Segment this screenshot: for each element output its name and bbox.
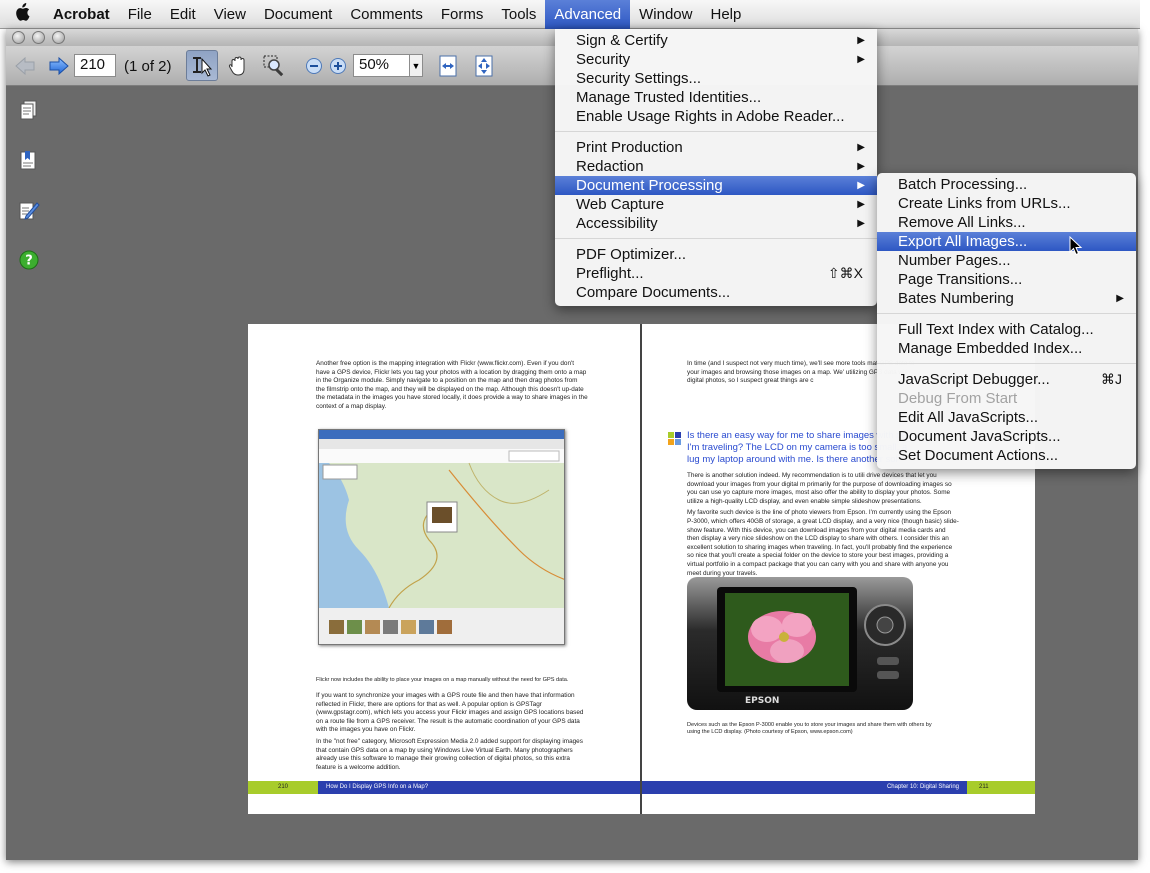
menu-item-web-capture[interactable]: Web Capture ▶ bbox=[555, 195, 877, 214]
menu-item-set-document-actions[interactable]: Set Document Actions... bbox=[877, 446, 1136, 465]
menu-item-batch-processing[interactable]: Batch Processing... bbox=[877, 175, 1136, 194]
right-footer-page-number: 211 bbox=[967, 781, 1035, 794]
right-page-body-middle: There is another solution indeed. My rec… bbox=[687, 472, 959, 581]
submenu-arrow-icon: ▶ bbox=[857, 35, 865, 46]
preflight-shortcut: ⇧⌘X bbox=[827, 265, 863, 281]
right-figure-caption: Devices such as the Epson P-3000 enable … bbox=[687, 722, 932, 735]
next-page-button[interactable] bbox=[46, 53, 72, 79]
left-paragraph-1: Another free option is the mapping integ… bbox=[316, 360, 588, 410]
zoom-out-button[interactable] bbox=[304, 53, 324, 79]
left-page-body-top: Another free option is the mapping integ… bbox=[316, 360, 588, 415]
menu-window[interactable]: Window bbox=[630, 0, 701, 29]
hand-tool-button[interactable] bbox=[224, 53, 252, 79]
pages-panel-icon[interactable] bbox=[18, 99, 40, 121]
chevron-down-icon: ▼ bbox=[411, 61, 421, 71]
submenu-arrow-icon: ▶ bbox=[857, 54, 865, 65]
menu-item-create-links[interactable]: Create Links from URLs... bbox=[877, 194, 1136, 213]
menu-item-bates-numbering[interactable]: Bates Numbering ▶ bbox=[877, 289, 1136, 308]
menu-item-page-transitions[interactable]: Page Transitions... bbox=[877, 270, 1136, 289]
flickr-map-figure bbox=[318, 429, 565, 645]
select-tool-button[interactable] bbox=[186, 50, 218, 81]
svg-text:?: ? bbox=[25, 254, 33, 269]
menu-item-full-text-index[interactable]: Full Text Index with Catalog... bbox=[877, 320, 1136, 339]
left-page: Another free option is the mapping integ… bbox=[248, 324, 640, 814]
menu-item-remove-links[interactable]: Remove All Links... bbox=[877, 213, 1136, 232]
bookmarks-panel-icon[interactable] bbox=[18, 149, 40, 171]
right-paragraph-2: There is another solution indeed. My rec… bbox=[687, 472, 952, 505]
menu-item-enable-usage-rights[interactable]: Enable Usage Rights in Adobe Reader... bbox=[555, 107, 877, 126]
submenu-arrow-icon: ▶ bbox=[857, 218, 865, 229]
menu-separator bbox=[555, 238, 877, 239]
menu-item-redaction[interactable]: Redaction ▶ bbox=[555, 157, 877, 176]
left-paragraph-3: In the "not free" category, Microsoft Ex… bbox=[316, 737, 583, 771]
menu-item-preflight[interactable]: Preflight... ⇧⌘X bbox=[555, 264, 877, 283]
right-footer-chapter: Chapter 10: Digital Sharing bbox=[642, 781, 967, 794]
fit-width-button[interactable] bbox=[436, 53, 460, 79]
minimize-window-button[interactable] bbox=[32, 31, 45, 44]
menu-edit[interactable]: Edit bbox=[161, 0, 205, 29]
menu-item-edit-all-javascripts[interactable]: Edit All JavaScripts... bbox=[877, 408, 1136, 427]
submenu-arrow-icon: ▶ bbox=[857, 180, 865, 191]
menu-advanced[interactable]: Advanced bbox=[545, 0, 631, 29]
submenu-arrow-icon: ▶ bbox=[857, 199, 865, 210]
submenu-arrow-icon: ▶ bbox=[857, 142, 865, 153]
menu-tools[interactable]: Tools bbox=[492, 0, 545, 29]
left-footer-page-number: 210 bbox=[248, 781, 318, 794]
menu-forms[interactable]: Forms bbox=[432, 0, 493, 29]
menu-item-manage-trusted-identities[interactable]: Manage Trusted Identities... bbox=[555, 88, 877, 107]
menu-file[interactable]: File bbox=[119, 0, 161, 29]
menu-item-number-pages[interactable]: Number Pages... bbox=[877, 251, 1136, 270]
menu-item-manage-embedded-index[interactable]: Manage Embedded Index... bbox=[877, 339, 1136, 358]
menu-item-security-settings[interactable]: Security Settings... bbox=[555, 69, 877, 88]
menu-item-pdf-optimizer[interactable]: PDF Optimizer... bbox=[555, 245, 877, 264]
navigation-sidebar: ? bbox=[6, 87, 50, 857]
menu-help[interactable]: Help bbox=[701, 0, 750, 29]
apple-menu-icon[interactable] bbox=[0, 2, 44, 26]
zoom-window-button[interactable] bbox=[52, 31, 65, 44]
menu-separator bbox=[877, 313, 1136, 314]
menu-item-document-javascripts[interactable]: Document JavaScripts... bbox=[877, 427, 1136, 446]
menu-item-sign-certify[interactable]: Sign & Certify ▶ bbox=[555, 31, 877, 50]
signatures-panel-icon[interactable] bbox=[18, 199, 40, 221]
camera-brand-label: EPSON bbox=[745, 696, 779, 706]
menu-document[interactable]: Document bbox=[255, 0, 341, 29]
zoom-in-button[interactable] bbox=[328, 53, 348, 79]
submenu-arrow-icon: ▶ bbox=[1116, 293, 1124, 304]
left-footer-title: How Do I Display GPS Info on a Map? bbox=[318, 781, 640, 794]
submenu-arrow-icon: ▶ bbox=[857, 161, 865, 172]
page-number-field[interactable]: 210 bbox=[74, 54, 116, 77]
left-page-body-bottom: If you want to synchronize your images w… bbox=[316, 692, 588, 775]
previous-page-button[interactable] bbox=[12, 53, 38, 79]
menu-item-export-all-images[interactable]: Export All Images... bbox=[877, 232, 1136, 251]
menu-view[interactable]: View bbox=[205, 0, 255, 29]
marquee-zoom-button[interactable] bbox=[260, 53, 290, 79]
advanced-menu: Sign & Certify ▶ Security ▶ Security Setti… bbox=[555, 29, 877, 306]
menu-separator bbox=[877, 363, 1136, 364]
fit-page-button[interactable] bbox=[472, 53, 496, 79]
menu-acrobat[interactable]: Acrobat bbox=[44, 0, 119, 29]
js-debugger-shortcut: ⌘J bbox=[1101, 371, 1122, 387]
page-count-label: (1 of 2) bbox=[124, 58, 172, 75]
menu-separator bbox=[555, 131, 877, 132]
menu-item-accessibility[interactable]: Accessibility ▶ bbox=[555, 214, 877, 233]
mouse-pointer-icon bbox=[1069, 236, 1083, 256]
menu-item-security[interactable]: Security ▶ bbox=[555, 50, 877, 69]
menu-item-print-production[interactable]: Print Production ▶ bbox=[555, 138, 877, 157]
menu-comments[interactable]: Comments bbox=[341, 0, 432, 29]
menubar: Acrobat File Edit View Document Comments… bbox=[0, 0, 1140, 29]
menu-item-debug-from-start: Debug From Start bbox=[898, 390, 1018, 407]
left-paragraph-2: If you want to synchronize your images w… bbox=[316, 692, 584, 734]
epson-viewer-figure: EPSON bbox=[687, 577, 913, 710]
zoom-dropdown-button[interactable]: ▼ bbox=[409, 54, 423, 77]
left-figure-caption: Flickr now includes the ability to place… bbox=[316, 677, 569, 683]
question-callout-icon bbox=[668, 432, 681, 445]
help-icon[interactable]: ? bbox=[18, 249, 40, 271]
menu-item-compare-documents[interactable]: Compare Documents... bbox=[555, 283, 877, 302]
menu-item-javascript-debugger[interactable]: JavaScript Debugger... ⌘J bbox=[877, 370, 1136, 389]
menu-item-document-processing[interactable]: Document Processing ▶ bbox=[555, 176, 877, 195]
close-window-button[interactable] bbox=[12, 31, 25, 44]
zoom-level-field[interactable]: 50% bbox=[353, 54, 410, 77]
right-paragraph-3: My favorite such device is the line of p… bbox=[687, 509, 959, 577]
document-processing-submenu: Batch Processing... Create Links from UR… bbox=[877, 173, 1136, 469]
